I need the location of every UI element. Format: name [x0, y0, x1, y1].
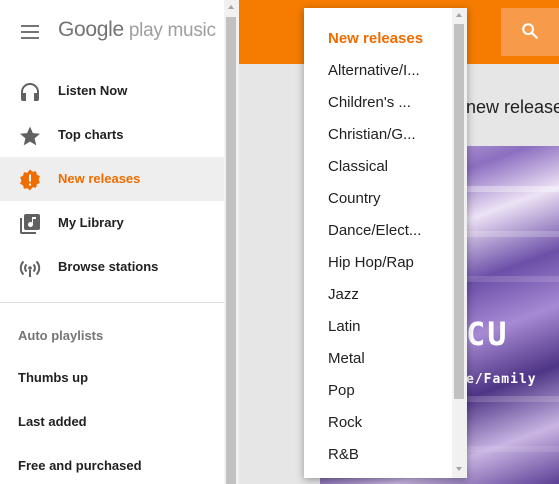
album-cover-title: CU — [466, 315, 509, 353]
genre-option[interactable]: Latin — [328, 318, 361, 335]
genre-option[interactable]: Metal — [328, 350, 365, 367]
scroll-up-arrow-icon[interactable] — [456, 13, 462, 17]
app-logo[interactable]: Google play music — [58, 18, 216, 42]
sidebar-item-label: My Library — [58, 215, 124, 230]
genre-option[interactable]: Dance/Elect... — [328, 222, 421, 239]
sidebar-item-my-library[interactable]: My Library — [0, 201, 224, 245]
sidebar-divider — [0, 302, 224, 303]
logo-product: play music — [123, 20, 216, 41]
sidebar-item-label: New releases — [58, 171, 141, 186]
genre-option[interactable]: Pop — [328, 382, 355, 399]
playlist-thumbs-up[interactable]: Thumbs up — [18, 370, 88, 385]
sidebar-item-label: Top charts — [58, 127, 124, 142]
scroll-up-arrow-icon[interactable] — [228, 5, 234, 9]
sidebar-item-browse-stations[interactable]: Browse stations — [0, 245, 224, 289]
library-icon — [18, 212, 42, 236]
playlist-free-and-purchased[interactable]: Free and purchased — [18, 458, 142, 473]
scrollbar-thumb[interactable] — [226, 17, 236, 484]
sidebar-item-top-charts[interactable]: Top charts — [0, 113, 224, 157]
genre-option[interactable]: Hip Hop/Rap — [328, 254, 414, 271]
new-releases-icon — [18, 168, 42, 192]
search-icon — [522, 23, 538, 39]
sidebar-header: Google play music — [0, 0, 224, 64]
genre-option[interactable]: Jazz — [328, 286, 359, 303]
headphones-icon — [18, 80, 42, 104]
genre-option[interactable]: Alternative/I... — [328, 62, 420, 79]
genre-option[interactable]: Christian/G... — [328, 126, 416, 143]
sidebar-item-label: Browse stations — [58, 259, 159, 274]
genre-option-selected[interactable]: New releases — [328, 30, 423, 47]
sidebar-scrollbar[interactable] — [224, 0, 239, 484]
genre-option[interactable]: R&B — [328, 446, 359, 463]
scroll-down-arrow-icon[interactable] — [456, 467, 462, 471]
sidebar-item-label: Listen Now — [58, 83, 128, 98]
genre-option[interactable]: Rock — [328, 414, 362, 431]
hamburger-menu-icon[interactable] — [21, 25, 39, 39]
radio-icon — [18, 256, 42, 280]
sidebar-item-new-releases[interactable]: New releases — [0, 157, 224, 201]
dropdown-scrollbar[interactable] — [452, 8, 467, 478]
sidebar-item-listen-now[interactable]: Listen Now — [0, 69, 224, 113]
genre-option[interactable]: Country — [328, 190, 381, 207]
auto-playlists-heading: Auto playlists — [18, 328, 104, 343]
search-button[interactable] — [501, 8, 559, 56]
genre-dropdown-menu[interactable]: New releases Alternative/I... Children's… — [304, 8, 467, 478]
playlist-last-added[interactable]: Last added — [18, 414, 87, 429]
star-icon — [18, 124, 42, 148]
genre-option[interactable]: Children's ... — [328, 94, 411, 111]
genre-option[interactable]: Classical — [328, 158, 388, 175]
page-title: new release — [466, 97, 559, 117]
album-cover-subtitle: e/Family — [466, 372, 537, 387]
dropdown-scrollbar-thumb[interactable] — [454, 24, 464, 399]
sidebar: Google play music Listen Now Top charts … — [0, 0, 224, 484]
logo-google: Google — [58, 18, 124, 41]
